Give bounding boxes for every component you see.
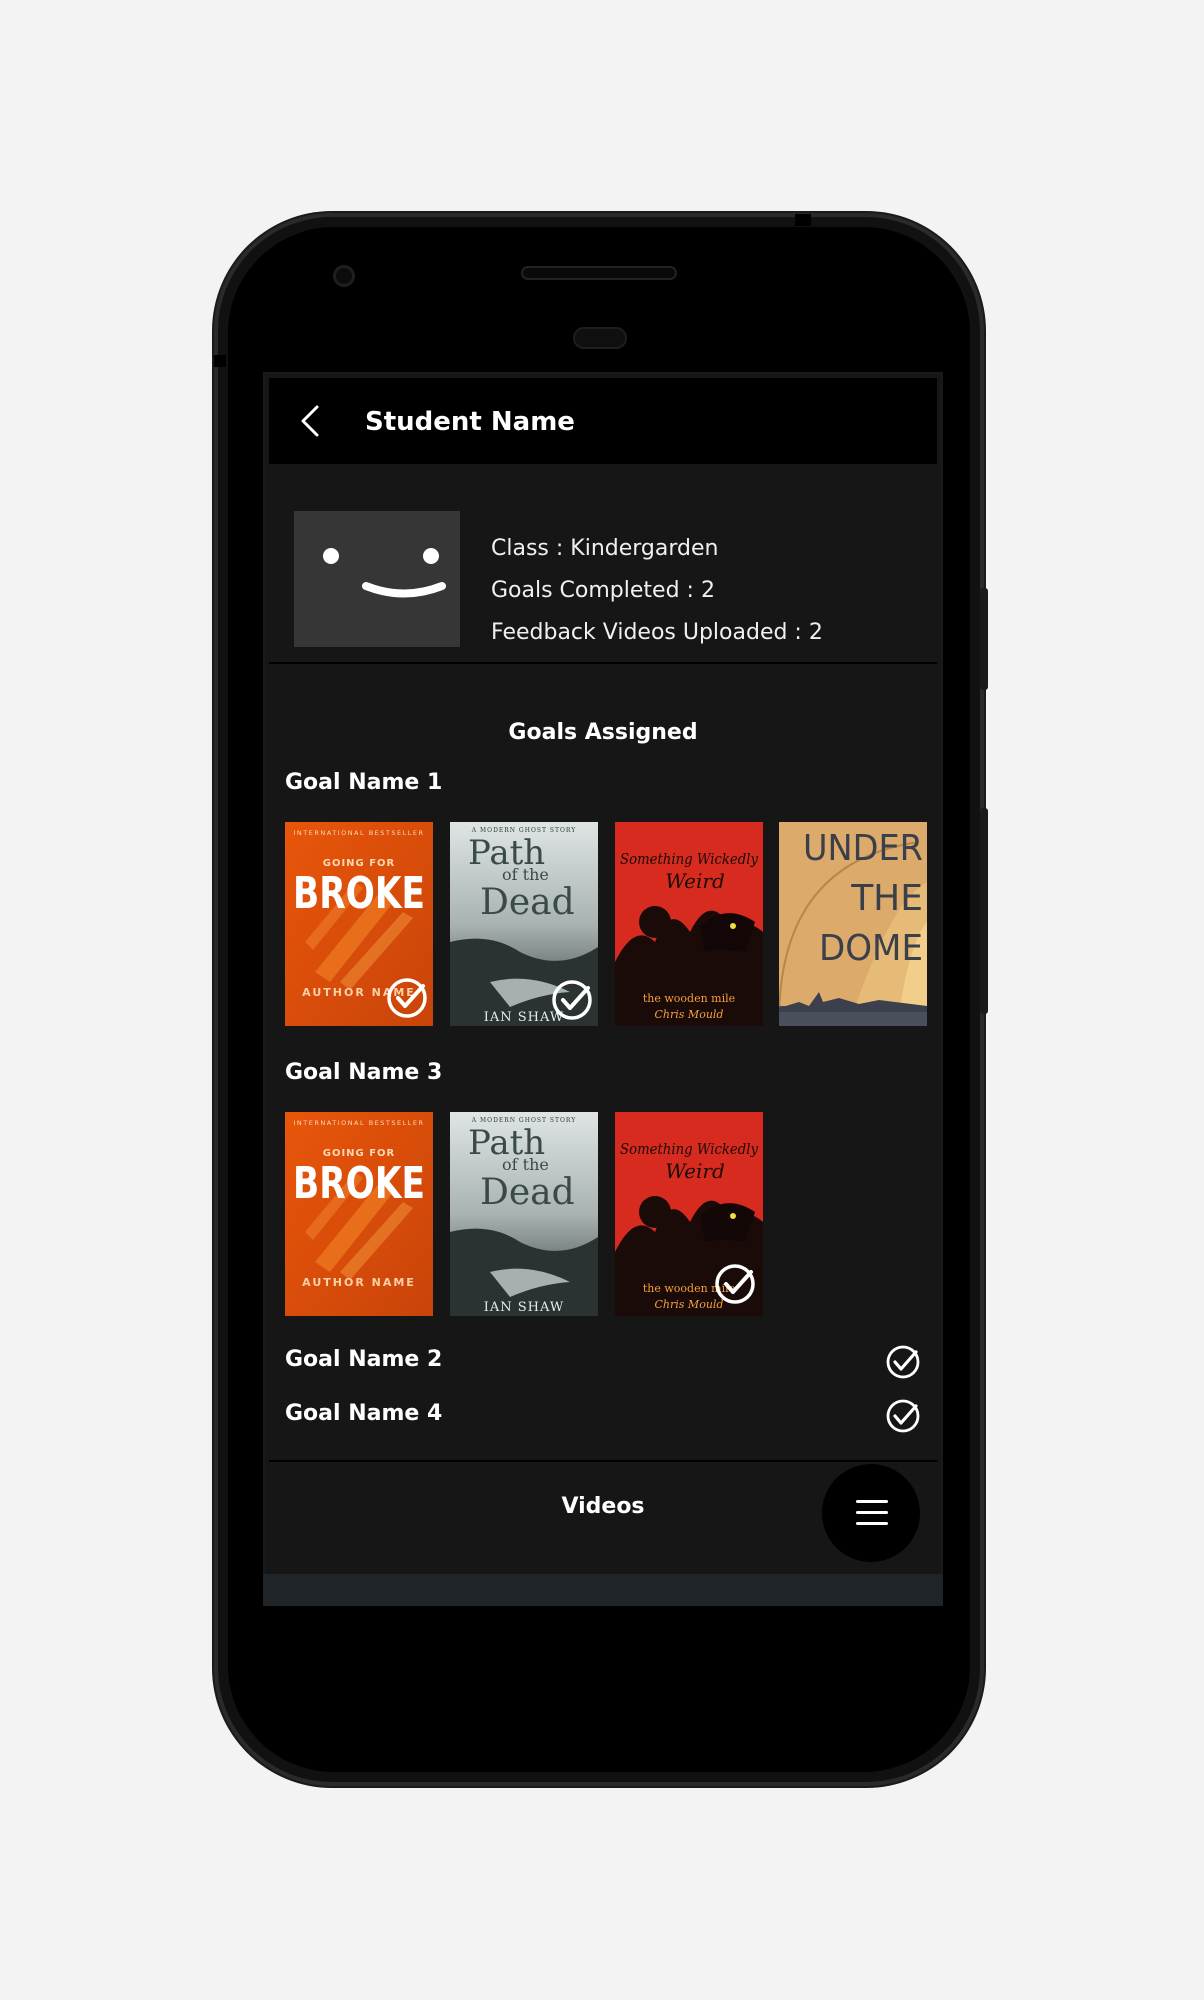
student-profile-screen: Student Name Class : Kindergarden Goals … bbox=[265, 374, 941, 1574]
cover-title-text: Something Wickedly bbox=[620, 1140, 758, 1158]
cover-title-text: UNDER bbox=[803, 828, 923, 869]
chevron-left-icon bbox=[293, 405, 329, 444]
book-cover-path-of-the-dead[interactable]: A MODERN GHOST STORY Path of the Dead IA… bbox=[450, 822, 598, 1026]
cover-sub-text: the wooden mile bbox=[643, 992, 735, 1005]
book-cover-path-of-the-dead[interactable]: A MODERN GHOST STORY Path of the Dead IA… bbox=[450, 1112, 598, 1316]
cover-title-text: Weird bbox=[665, 1159, 725, 1183]
cover-author-text: Chris Mould bbox=[655, 1008, 724, 1021]
class-label: Class : Kindergarden bbox=[491, 536, 719, 561]
proximity-sensor bbox=[573, 327, 627, 349]
completed-check-icon bbox=[885, 1344, 921, 1380]
cover-title-text: Dead bbox=[480, 1172, 575, 1213]
avatar bbox=[294, 511, 460, 647]
section-divider bbox=[269, 1460, 937, 1462]
cover-title-text: Something Wickedly bbox=[620, 850, 758, 868]
cover-top-text: INTERNATIONAL BESTSELLER bbox=[294, 1119, 425, 1127]
goal-3-books: INTERNATIONAL BESTSELLER GOING FOR BROKE… bbox=[285, 1112, 925, 1318]
app-bar: Student Name bbox=[269, 378, 937, 464]
book-cover-going-for-broke[interactable]: INTERNATIONAL BESTSELLER GOING FOR BROKE… bbox=[285, 822, 433, 1026]
volume-button bbox=[980, 808, 988, 1014]
goal-name-3[interactable]: Goal Name 3 bbox=[285, 1060, 442, 1085]
completed-check-icon bbox=[713, 1262, 757, 1306]
goal-name-2[interactable]: Goal Name 2 bbox=[285, 1347, 442, 1372]
videos-uploaded-label: Feedback Videos Uploaded : 2 bbox=[491, 620, 823, 645]
cover-title-text: Weird bbox=[665, 869, 725, 893]
power-button bbox=[980, 588, 988, 690]
goal-name-4[interactable]: Goal Name 4 bbox=[285, 1401, 442, 1426]
cover-author-text: AUTHOR NAME bbox=[302, 1276, 416, 1289]
phone-screen: Student Name Class : Kindergarden Goals … bbox=[263, 372, 943, 1606]
front-camera bbox=[333, 265, 355, 287]
completed-check-icon bbox=[385, 976, 429, 1020]
book-cover-something-wickedly-weird[interactable]: Something Wickedly Weird the wooden mile… bbox=[615, 822, 763, 1026]
antenna-line bbox=[214, 355, 226, 367]
goal-name-1[interactable]: Goal Name 1 bbox=[285, 770, 442, 795]
page-title: Student Name bbox=[365, 407, 575, 437]
book-cover-something-wickedly-weird[interactable]: Something Wickedly Weird the wooden mile… bbox=[615, 1112, 763, 1316]
cover-title-text: Dead bbox=[480, 882, 575, 923]
screen-bottom-edge bbox=[263, 1574, 943, 1606]
cover-author-text: IAN SHAW bbox=[484, 1300, 565, 1315]
goal-1-books: INTERNATIONAL BESTSELLER GOING FOR BROKE… bbox=[285, 822, 927, 1028]
book-cover-under-the-dome[interactable]: UNDER THE DOME bbox=[779, 822, 927, 1026]
back-button[interactable] bbox=[293, 402, 329, 440]
goals-assigned-heading: Goals Assigned bbox=[508, 720, 698, 745]
antenna-line bbox=[795, 214, 811, 226]
cover-title-text: THE bbox=[850, 878, 923, 919]
earpiece-speaker bbox=[521, 266, 677, 280]
cover-title-text: DOME bbox=[819, 928, 923, 969]
cover-title-text: BROKE bbox=[293, 1158, 425, 1209]
student-summary: Class : Kindergarden Goals Completed : 2… bbox=[269, 466, 937, 664]
goals-completed-label: Goals Completed : 2 bbox=[491, 578, 715, 603]
cover-top-text: INTERNATIONAL BESTSELLER bbox=[294, 829, 425, 837]
smiley-face-icon bbox=[294, 548, 460, 651]
completed-check-icon bbox=[885, 1398, 921, 1434]
book-cover-going-for-broke[interactable]: INTERNATIONAL BESTSELLER GOING FOR BROKE… bbox=[285, 1112, 433, 1316]
videos-section: Videos bbox=[269, 1464, 937, 1564]
hamburger-menu-icon bbox=[822, 1500, 920, 1566]
completed-check-icon bbox=[550, 978, 594, 1022]
cover-title-text: BROKE bbox=[293, 868, 425, 919]
student-details: Class : Kindergarden Goals Completed : 2… bbox=[491, 528, 823, 654]
menu-fab-button[interactable] bbox=[822, 1464, 920, 1562]
